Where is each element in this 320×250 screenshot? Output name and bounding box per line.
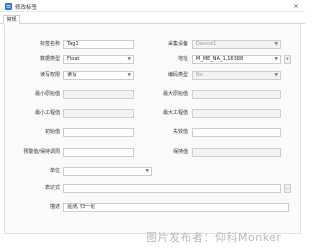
min-raw-label: 最小原始值 (34, 91, 60, 97)
byte-order-value: No (196, 72, 203, 78)
collect-device-value: Device1 (196, 41, 217, 47)
retain-label: 保持值 (172, 149, 188, 155)
alarm-cond-input[interactable] (63, 148, 134, 157)
initial-input[interactable] (63, 128, 134, 137)
rw-permission-label: 读写权限 (39, 72, 60, 78)
initial-label: 初始值 (44, 129, 60, 135)
chevron-down-icon: ▼ (145, 169, 149, 174)
address-input[interactable]: M_ME_NA_1,16388 ▼ (192, 55, 281, 64)
address-browse-button[interactable]: ▾ (284, 55, 291, 64)
description-input[interactable]: 遥测, 归一化 (63, 203, 289, 212)
min-eng-input (63, 109, 134, 118)
unit-label: 单位 (49, 168, 60, 174)
expression-input[interactable] (63, 184, 281, 193)
expression-more-button[interactable]: … (284, 184, 291, 193)
chevron-down-icon: ▼ (127, 73, 131, 78)
title-bar: 修改标签 × (0, 0, 305, 12)
data-type-value: Float (67, 56, 80, 62)
window-title: 修改标签 (15, 5, 38, 11)
data-type-label: 数据类型 (39, 56, 60, 62)
collect-device-label: 采集设备 (167, 41, 188, 47)
min-raw-input (63, 90, 134, 99)
deadband-label: 失效值 (172, 129, 188, 135)
expression-label: 表达式 (44, 185, 60, 191)
chevron-down-icon: ▼ (274, 57, 278, 62)
rw-permission-value: 读写 (67, 72, 78, 78)
byte-order-select: No ▼ (192, 71, 281, 80)
data-type-select[interactable]: Float ▼ (63, 55, 134, 64)
address-label: 地址 (177, 56, 188, 62)
min-eng-label: 最小工程值 (34, 110, 60, 116)
close-icon[interactable]: × (291, 2, 301, 10)
description-label: 描述 (49, 204, 60, 210)
watermark-text: 图片发布者：仰科Monker (146, 231, 282, 244)
app-icon (5, 3, 12, 10)
max-eng-input (192, 109, 281, 118)
rw-permission-select[interactable]: 读写 ▼ (63, 71, 134, 80)
address-value: M_ME_NA_1,16388 (196, 56, 244, 62)
retain-input (192, 148, 281, 157)
deadband-input[interactable] (192, 128, 281, 137)
chevron-down-icon: ▼ (127, 57, 131, 62)
byte-order-label: 编码类型 (167, 72, 188, 78)
tag-name-input[interactable]: Tag1 (63, 40, 134, 49)
collect-device-select: Device1 ▼ (192, 40, 281, 49)
tag-name-label: 标签名称 (39, 41, 60, 47)
alarm-cond-label: 预警值/保持调周 (23, 149, 60, 155)
max-raw-label: 最大原始值 (162, 91, 188, 97)
tab-strip: 常规 (0, 14, 305, 25)
unit-select[interactable]: ▼ (63, 167, 152, 176)
max-raw-input (192, 90, 281, 99)
chevron-down-icon: ▼ (274, 73, 278, 78)
chevron-down-icon: ▼ (274, 42, 278, 47)
max-eng-label: 最大工程值 (162, 110, 188, 116)
